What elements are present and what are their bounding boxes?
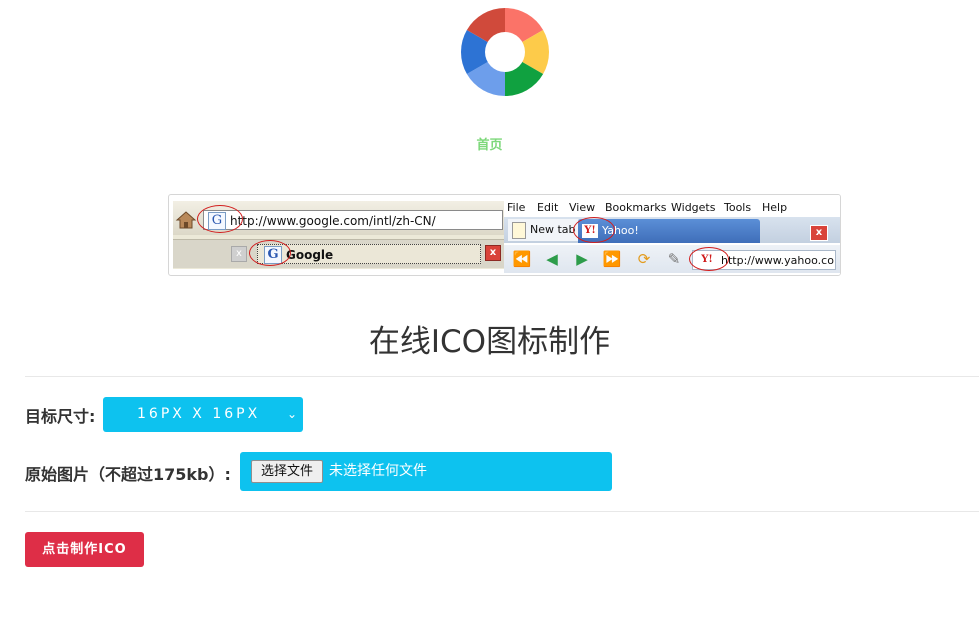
reload-icon: ⟳ (637, 250, 651, 268)
tab-new: New tab (508, 219, 578, 241)
divider (25, 511, 979, 512)
size-select-value: 16PX X 16PX (137, 406, 261, 422)
highlight-ellipse (573, 217, 615, 243)
menu-view: View (569, 201, 596, 214)
menu-tools: Tools (724, 201, 752, 214)
size-select[interactable]: 16PX X 16PX ⌄ (103, 397, 303, 432)
rewind-icon: ⏪ (512, 250, 532, 268)
menu-widgets: Widgets (671, 201, 716, 214)
ie-tab-row: x G Google x (173, 239, 504, 268)
opera-browser-mock: File Edit View Bookmarks Widgets Tools H… (504, 195, 840, 275)
menu-edit: Edit (537, 201, 559, 214)
browser-toolbar: ⏪ ◀ ▶ ⏩ ⟳ ✎ Y! http://www.yahoo.com (504, 245, 840, 273)
site-logo (461, 8, 549, 96)
page-icon (512, 222, 526, 239)
opera-url-text: http://www.yahoo.com (721, 254, 836, 267)
close-icon: x (810, 225, 828, 241)
close-icon: x (485, 245, 501, 261)
menu-file: File (507, 201, 526, 214)
highlight-ellipse (689, 247, 729, 271)
menu-bookmarks: Bookmarks (605, 201, 667, 214)
file-label: 原始图片（不超过175kb）: (25, 465, 231, 484)
back-icon: ◀ (546, 250, 558, 268)
page-title: 在线ICO图标制作 (368, 324, 611, 360)
nav-home-link[interactable]: 首页 (0, 134, 979, 153)
file-status-text: 未选择任何文件 (329, 463, 427, 479)
fast-forward-icon: ⏩ (602, 250, 622, 268)
file-input[interactable]: 选择文件 未选择任何文件 (240, 452, 612, 491)
ie-url-text: http://www.google.com/intl/zh-CN/ (230, 214, 436, 228)
favicon-demo-image: G http://www.google.com/intl/zh-CN/ x G … (168, 194, 841, 276)
browser-menubar: File Edit View Bookmarks Widgets Tools H… (504, 197, 840, 217)
tab-new-label: New tab (530, 223, 576, 236)
highlight-ellipse (249, 240, 291, 266)
menu-help: Help (762, 201, 788, 214)
inactive-close-icon: x (231, 246, 247, 262)
home-icon (175, 211, 197, 229)
edit-icon: ✎ (667, 250, 681, 268)
ie-url-field: G http://www.google.com/intl/zh-CN/ (203, 210, 503, 230)
ie-tab-title: Google (286, 248, 334, 262)
browser-tab-strip: New tab Y! Yahoo! x (504, 217, 840, 243)
size-label: 目标尺寸: (25, 407, 96, 426)
make-ico-button[interactable]: 点击制作ICO (25, 532, 144, 567)
highlight-ellipse (197, 205, 243, 233)
chevron-down-icon: ⌄ (286, 407, 297, 421)
choose-file-button[interactable]: 选择文件 (251, 460, 323, 483)
forward-icon: ▶ (576, 250, 588, 268)
divider (25, 376, 979, 377)
